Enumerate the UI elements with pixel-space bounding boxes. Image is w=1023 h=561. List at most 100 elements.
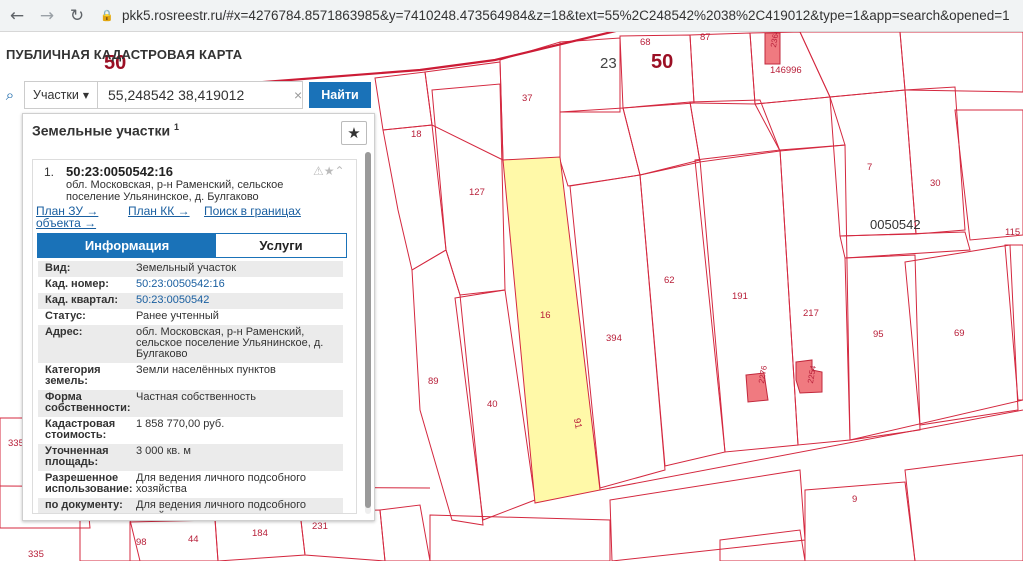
search-in-bounds-link[interactable]: объекта → bbox=[36, 216, 96, 230]
plot-number-label: 69 bbox=[954, 328, 965, 339]
plot-number-label: 184 bbox=[252, 528, 268, 539]
back-arrow-icon[interactable]: ← bbox=[4, 3, 30, 29]
attr-value: Ранее учтенный bbox=[136, 310, 219, 322]
attr-value-link[interactable]: 50:23:0050542:16 bbox=[136, 279, 343, 290]
card-actions: ⚠★⌃ bbox=[313, 164, 345, 178]
table-row: Уточненная площадь: 3 000 кв. м bbox=[38, 444, 343, 471]
attr-label: Кад. квартал: bbox=[45, 294, 119, 306]
attr-value: Земельный участок bbox=[136, 262, 237, 274]
plot-number-label: 98 bbox=[136, 537, 147, 548]
table-row: Форма собственности: Частная собственност… bbox=[38, 390, 343, 417]
attr-label: Адрес: bbox=[45, 326, 83, 338]
star-icon[interactable]: ★ bbox=[324, 164, 335, 178]
scrollbar[interactable] bbox=[365, 152, 371, 514]
result-index: 1. bbox=[44, 165, 55, 179]
attr-label: Разрешенное использование: bbox=[45, 472, 133, 495]
attr-value-link[interactable]: 50:23:0050542 bbox=[136, 295, 343, 306]
plot-number-label: 37 bbox=[522, 93, 533, 104]
table-row: Категория земель: Земли населённых пункто… bbox=[38, 363, 343, 390]
plot-number-label: 91 bbox=[570, 417, 584, 430]
result-card: 1. 50:23:0050542:16 ⚠★⌃ обл. Московская,… bbox=[32, 159, 357, 514]
plot-number-label: 16 bbox=[540, 310, 551, 321]
result-count: 1 bbox=[173, 122, 179, 132]
search-type-dropdown[interactable]: Участки ▼ bbox=[24, 81, 98, 109]
plot-number-label: 191 bbox=[732, 291, 748, 302]
selected-parcel bbox=[502, 156, 601, 504]
plot-number-label: 217 bbox=[803, 308, 819, 319]
result-address: обл. Московская, р-н Раменский, сельское… bbox=[66, 179, 284, 203]
plot-number-label: 18 bbox=[411, 129, 422, 140]
table-row: Кад. номер: 50:23:0050542:16 bbox=[38, 277, 343, 293]
plan-kk-link[interactable]: План КК → bbox=[128, 204, 190, 218]
chevron-down-icon: ▼ bbox=[82, 90, 89, 100]
plot-number-label: 335 bbox=[28, 549, 44, 560]
attr-value: Земли населённых пунктов bbox=[136, 364, 276, 376]
chevron-up-icon[interactable]: ⌃ bbox=[335, 164, 345, 178]
table-row: Вид: Земельный участок bbox=[38, 261, 343, 277]
forward-arrow-icon[interactable]: → bbox=[34, 3, 60, 29]
attr-label: Кад. номер: bbox=[45, 278, 109, 290]
plot-number-label: 95 bbox=[873, 329, 884, 340]
plot-number-label: 89 bbox=[428, 376, 439, 387]
info-tabs: Информация Услуги bbox=[37, 233, 347, 258]
plot-number-label: 9 bbox=[852, 494, 858, 505]
plot-number-label: 87 bbox=[700, 32, 711, 43]
table-row: Статус: Ранее учтенный bbox=[38, 309, 343, 325]
plot-number-label: 62 bbox=[664, 275, 675, 286]
table-row: по документу: Для ведения личного подсобн… bbox=[38, 498, 343, 514]
address-bar[interactable]: 🔒 pkk5.rosreestr.ru/#x=4276784.857186398… bbox=[100, 3, 1023, 29]
search-type-label: Участки bbox=[33, 88, 79, 102]
clear-icon[interactable]: × bbox=[294, 87, 302, 103]
search-icon[interactable]: ⌕ bbox=[0, 81, 20, 109]
quarter-number-label: 0050542 bbox=[870, 217, 921, 232]
attr-label: Статус: bbox=[45, 310, 86, 322]
plot-number-label: 44 bbox=[188, 534, 199, 545]
search-button[interactable]: Найти bbox=[309, 82, 371, 108]
attr-label: Категория земель: bbox=[45, 364, 101, 387]
attr-label: Уточненная площадь: bbox=[45, 445, 109, 468]
attribute-table: Вид: Земельный участок Кад. номер: 50:23:0… bbox=[38, 261, 343, 514]
panel-title: Земельные участки 1 bbox=[32, 122, 179, 139]
attr-value: 3 000 кв. м bbox=[136, 445, 191, 457]
attr-value: обл. Московская, р-н Раменский, сельское… bbox=[136, 326, 324, 360]
region-number-label: 23 bbox=[600, 55, 617, 72]
star-icon[interactable]: ★ bbox=[341, 121, 367, 145]
reload-icon[interactable]: ↻ bbox=[64, 3, 90, 29]
results-panel: Земельные участки 1 ★ 1. 50:23:0050542:1… bbox=[22, 113, 375, 521]
attr-value: 1 858 770,00 руб. bbox=[136, 418, 225, 430]
attr-value: Для ведения личного подсобного хозяйства bbox=[136, 472, 307, 495]
table-row: Кад. квартал: 50:23:0050542 bbox=[38, 293, 343, 309]
attr-value: Для ведения личного подсобного хозяйства bbox=[136, 499, 307, 514]
scrollbar-thumb[interactable] bbox=[365, 152, 371, 508]
attr-label: Вид: bbox=[45, 262, 71, 274]
plot-number-label: 127 bbox=[469, 187, 485, 198]
attr-label: Кадастровая стоимость: bbox=[45, 418, 116, 441]
attr-label: по документу: bbox=[45, 499, 123, 511]
search-bar: ⌕ Участки ▼ × Найти bbox=[0, 81, 372, 109]
browser-toolbar: ← → ↻ 🔒 pkk5.rosreestr.ru/#x=4276784.857… bbox=[0, 0, 1023, 32]
table-row: Адрес: обл. Московская, р-н Раменский, се… bbox=[38, 325, 343, 363]
tab-information[interactable]: Информация bbox=[38, 234, 216, 257]
warning-icon[interactable]: ⚠ bbox=[313, 164, 324, 178]
plot-number-label: 7 bbox=[867, 162, 873, 173]
search-in-bounds-link[interactable]: Поиск в границах bbox=[204, 204, 301, 218]
table-row: Разрешенное использование: Для ведения ли… bbox=[38, 471, 343, 498]
url-text: pkk5.rosreestr.ru/#x=4276784.8571863985&… bbox=[122, 8, 1010, 23]
plot-number-label: 394 bbox=[606, 333, 622, 344]
attr-value: Частная собственность bbox=[136, 391, 257, 403]
district-number-label: 50 bbox=[651, 51, 674, 73]
plot-number-label: 30 bbox=[930, 178, 941, 189]
search-input[interactable] bbox=[98, 81, 303, 109]
plot-number-label: 40 bbox=[487, 399, 498, 410]
attr-label: Форма собственности: bbox=[45, 391, 131, 414]
lock-icon: 🔒 bbox=[100, 9, 114, 22]
tab-services[interactable]: Услуги bbox=[216, 234, 346, 257]
plot-number-label: 115 bbox=[1005, 227, 1021, 238]
plot-number-label: 146996 bbox=[770, 65, 802, 76]
table-row: Кадастровая стоимость: 1 858 770,00 руб. bbox=[38, 417, 343, 444]
plot-number-label: 231 bbox=[312, 521, 328, 532]
app-title: ПУБЛИЧНАЯ КАДАСТРОВАЯ КАРТА bbox=[6, 47, 243, 62]
cadastral-number[interactable]: 50:23:0050542:16 bbox=[66, 164, 173, 179]
panel-title-text: Земельные участки bbox=[32, 122, 171, 139]
plot-number-label: 68 bbox=[640, 37, 651, 48]
